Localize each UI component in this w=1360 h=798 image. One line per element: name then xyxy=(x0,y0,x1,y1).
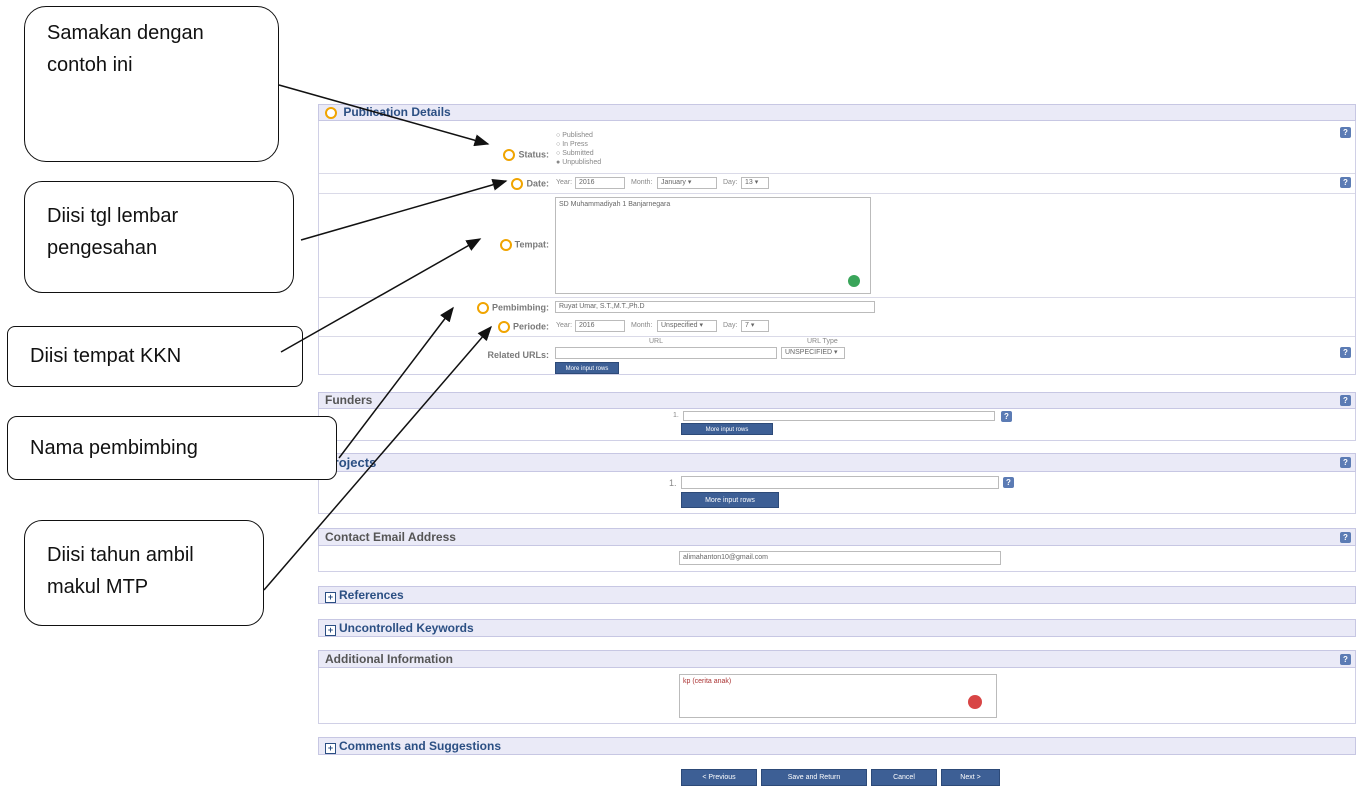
periode-day-label: Day: xyxy=(723,322,738,329)
publication-details-title: Publication Details xyxy=(343,105,451,119)
additional-info-body: kp (cerita anak) xyxy=(318,668,1356,724)
more-input-rows-button[interactable]: More input rows xyxy=(555,362,619,374)
spellcheck-error-icon[interactable] xyxy=(968,695,982,709)
tempat-label: Tempat: xyxy=(439,239,549,251)
month-select[interactable]: January ▾ xyxy=(657,177,717,189)
comments-title: Comments and Suggestions xyxy=(339,739,502,753)
publication-details-header: Publication Details xyxy=(318,104,1356,121)
help-icon[interactable]: ? xyxy=(1340,457,1351,468)
pembimbing-label: Pembimbing: xyxy=(439,302,549,314)
help-icon[interactable]: ? xyxy=(1340,177,1351,188)
pembimbing-input[interactable]: Ruyat Umar, S.T.,M.T.,Ph.D xyxy=(555,301,875,313)
additional-info-title: Additional Information xyxy=(325,652,453,666)
required-ring-icon xyxy=(476,302,489,314)
contact-email-title: Contact Email Address xyxy=(325,530,456,544)
day-label: Day: xyxy=(723,179,738,186)
month-label: Month: xyxy=(631,179,653,186)
help-icon[interactable]: ? xyxy=(1340,127,1351,138)
funders-input[interactable] xyxy=(683,411,995,421)
callout-status: Samakan dengan contoh ini xyxy=(24,6,279,162)
additional-info-header: Additional Information ? xyxy=(318,650,1356,668)
help-icon[interactable]: ? xyxy=(1340,654,1351,665)
references-title: References xyxy=(339,588,404,602)
help-icon[interactable]: ? xyxy=(1340,347,1351,358)
callout-date: Diisi tgl lembar pengesahan xyxy=(24,181,294,293)
periode-label: Periode: xyxy=(439,321,549,333)
callout-tempat: Diisi tempat KKN xyxy=(7,326,303,387)
url-input[interactable] xyxy=(555,347,777,359)
date-label: Date: xyxy=(439,178,549,190)
contact-email-body: alimahanton10@gmail.com xyxy=(318,546,1356,572)
keywords-header[interactable]: + Uncontrolled Keywords xyxy=(318,619,1356,637)
comments-header[interactable]: + Comments and Suggestions xyxy=(318,737,1356,755)
contact-email-header: Contact Email Address ? xyxy=(318,528,1356,546)
day-select[interactable]: 13 ▾ xyxy=(741,177,769,189)
periode-month-select[interactable]: Unspecified ▾ xyxy=(657,320,717,332)
contact-email-input[interactable]: alimahanton10@gmail.com xyxy=(679,551,1001,565)
save-and-return-button[interactable]: Save and Return xyxy=(761,769,867,786)
related-urls-label: Related URLs: xyxy=(487,350,549,360)
cancel-button[interactable]: Cancel xyxy=(871,769,937,786)
status-option-unpublished[interactable]: ● Unpublished xyxy=(556,158,601,167)
projects-row-number: 1. xyxy=(669,478,677,488)
references-header[interactable]: + References xyxy=(318,586,1356,604)
expand-icon[interactable]: + xyxy=(325,592,336,603)
callout-periode: Diisi tahun ambil makul MTP xyxy=(24,520,264,626)
funders-title: Funders xyxy=(325,393,373,407)
required-ring-icon xyxy=(497,321,510,333)
additional-info-textarea[interactable]: kp (cerita anak) xyxy=(679,674,997,718)
url-type-select[interactable]: UNSPECIFIED ▾ xyxy=(781,347,845,359)
projects-header: Projects ? xyxy=(318,453,1356,472)
required-ring-icon xyxy=(325,106,337,119)
year-label: Year: xyxy=(556,179,573,186)
funders-body: 1. ? More input rows xyxy=(318,409,1356,441)
next-button[interactable]: Next > xyxy=(941,769,1000,786)
required-ring-icon xyxy=(511,178,524,190)
status-option-submitted[interactable]: ○ Submitted xyxy=(556,149,601,158)
required-ring-icon xyxy=(499,239,512,251)
expand-icon[interactable]: + xyxy=(325,625,336,636)
funders-row-number: 1. xyxy=(673,412,679,419)
url-column-header: URL xyxy=(649,338,664,345)
projects-input[interactable] xyxy=(681,476,999,489)
periode-day-select[interactable]: 7 ▾ xyxy=(741,320,769,332)
funders-more-rows-button[interactable]: More input rows xyxy=(681,423,773,435)
periode-month-label: Month: xyxy=(631,322,653,329)
help-icon[interactable]: ? xyxy=(1340,395,1351,406)
help-icon[interactable]: ? xyxy=(1003,477,1014,488)
funders-header: Funders ? xyxy=(318,392,1356,409)
periode-year-input[interactable]: 2016 xyxy=(575,320,625,332)
status-radio-group: ○ Published ○ In Press ○ Submitted ● Unp… xyxy=(556,131,601,167)
expand-icon[interactable]: + xyxy=(325,743,336,754)
projects-body: 1. ? More input rows xyxy=(318,472,1356,514)
projects-more-rows-button[interactable]: More input rows xyxy=(681,492,779,508)
status-option-published[interactable]: ○ Published xyxy=(556,131,601,140)
callout-pembimbing: Nama pembimbing xyxy=(7,416,337,480)
previous-button[interactable]: < Previous xyxy=(681,769,757,786)
keywords-title: Uncontrolled Keywords xyxy=(339,621,474,635)
spellcheck-ok-icon[interactable] xyxy=(848,275,860,287)
help-icon[interactable]: ? xyxy=(1340,532,1351,543)
tempat-textarea[interactable]: SD Muhammadiyah 1 Banjarnegara xyxy=(555,197,871,294)
help-icon[interactable]: ? xyxy=(1001,411,1012,422)
required-ring-icon xyxy=(503,149,516,161)
year-input[interactable]: 2016 xyxy=(575,177,625,189)
status-label: Status: xyxy=(439,149,549,161)
periode-year-label: Year: xyxy=(556,322,573,329)
publication-details-body: Status: ○ Published ○ In Press ○ Submitt… xyxy=(318,121,1356,375)
status-option-in-press[interactable]: ○ In Press xyxy=(556,140,601,149)
url-type-column-header: URL Type xyxy=(807,338,838,345)
